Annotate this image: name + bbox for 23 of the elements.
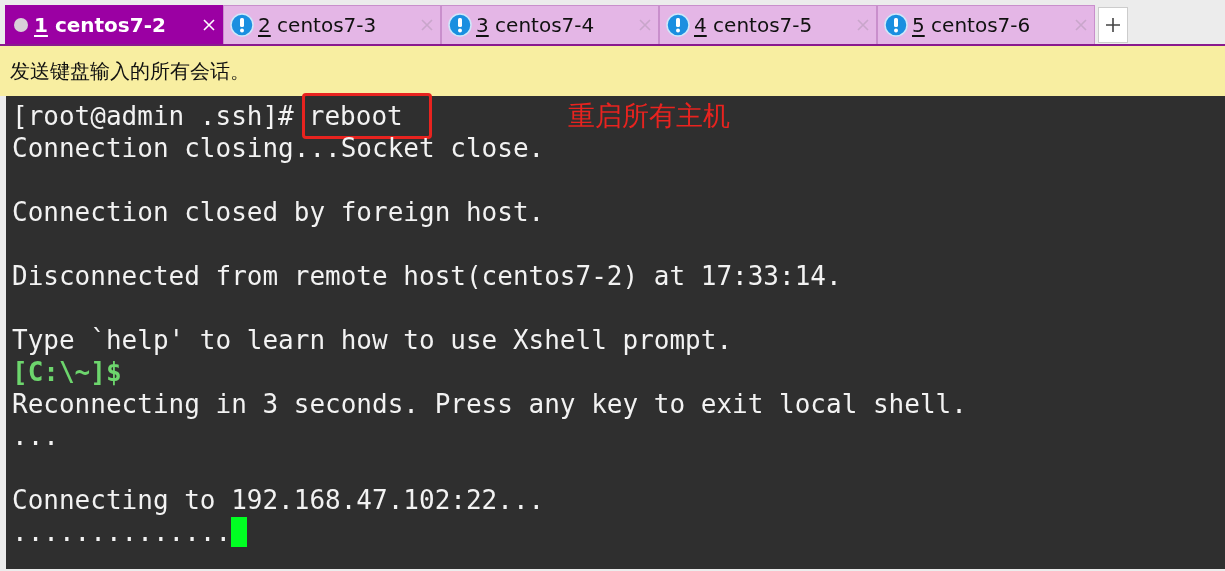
new-tab-button[interactable] (1098, 7, 1128, 43)
shell-prompt: [root@admin .ssh]# (12, 100, 294, 132)
session-tab[interactable]: 4 centos7-5 (659, 5, 877, 44)
broadcast-message: 发送键盘输入的所有会话。 (10, 58, 250, 85)
local-prompt: [C:\~]$ (12, 356, 122, 388)
output-line: Type `help' to learn how to use Xshell prompt. (12, 324, 733, 356)
output-line: Disconnected from remote host(centos7-2) at 17:33:14. (12, 260, 842, 292)
output-line: .............. (12, 516, 232, 548)
status-dot-icon (12, 16, 30, 34)
annotation-text: 重启所有主机 (567, 100, 730, 132)
output-line: Connecting to 192.168.47.102:22... (12, 484, 545, 516)
alert-icon (230, 13, 254, 37)
session-tab[interactable]: 1 centos7-2 (5, 5, 223, 44)
output-line: ... (12, 420, 59, 452)
output-line: Reconnecting in 3 seconds. Press any key to exit local shell. (12, 388, 967, 420)
output-line: Connection closed by foreign host. (12, 196, 545, 228)
session-tab[interactable]: 2 centos7-3 (223, 5, 441, 44)
plus-icon (1106, 18, 1120, 32)
alert-icon (884, 13, 908, 37)
alert-icon (666, 13, 690, 37)
alert-icon (448, 13, 472, 37)
session-tab[interactable]: 5 centos7-6 (877, 5, 1095, 44)
session-tab[interactable]: 3 centos7-4 (441, 5, 659, 44)
